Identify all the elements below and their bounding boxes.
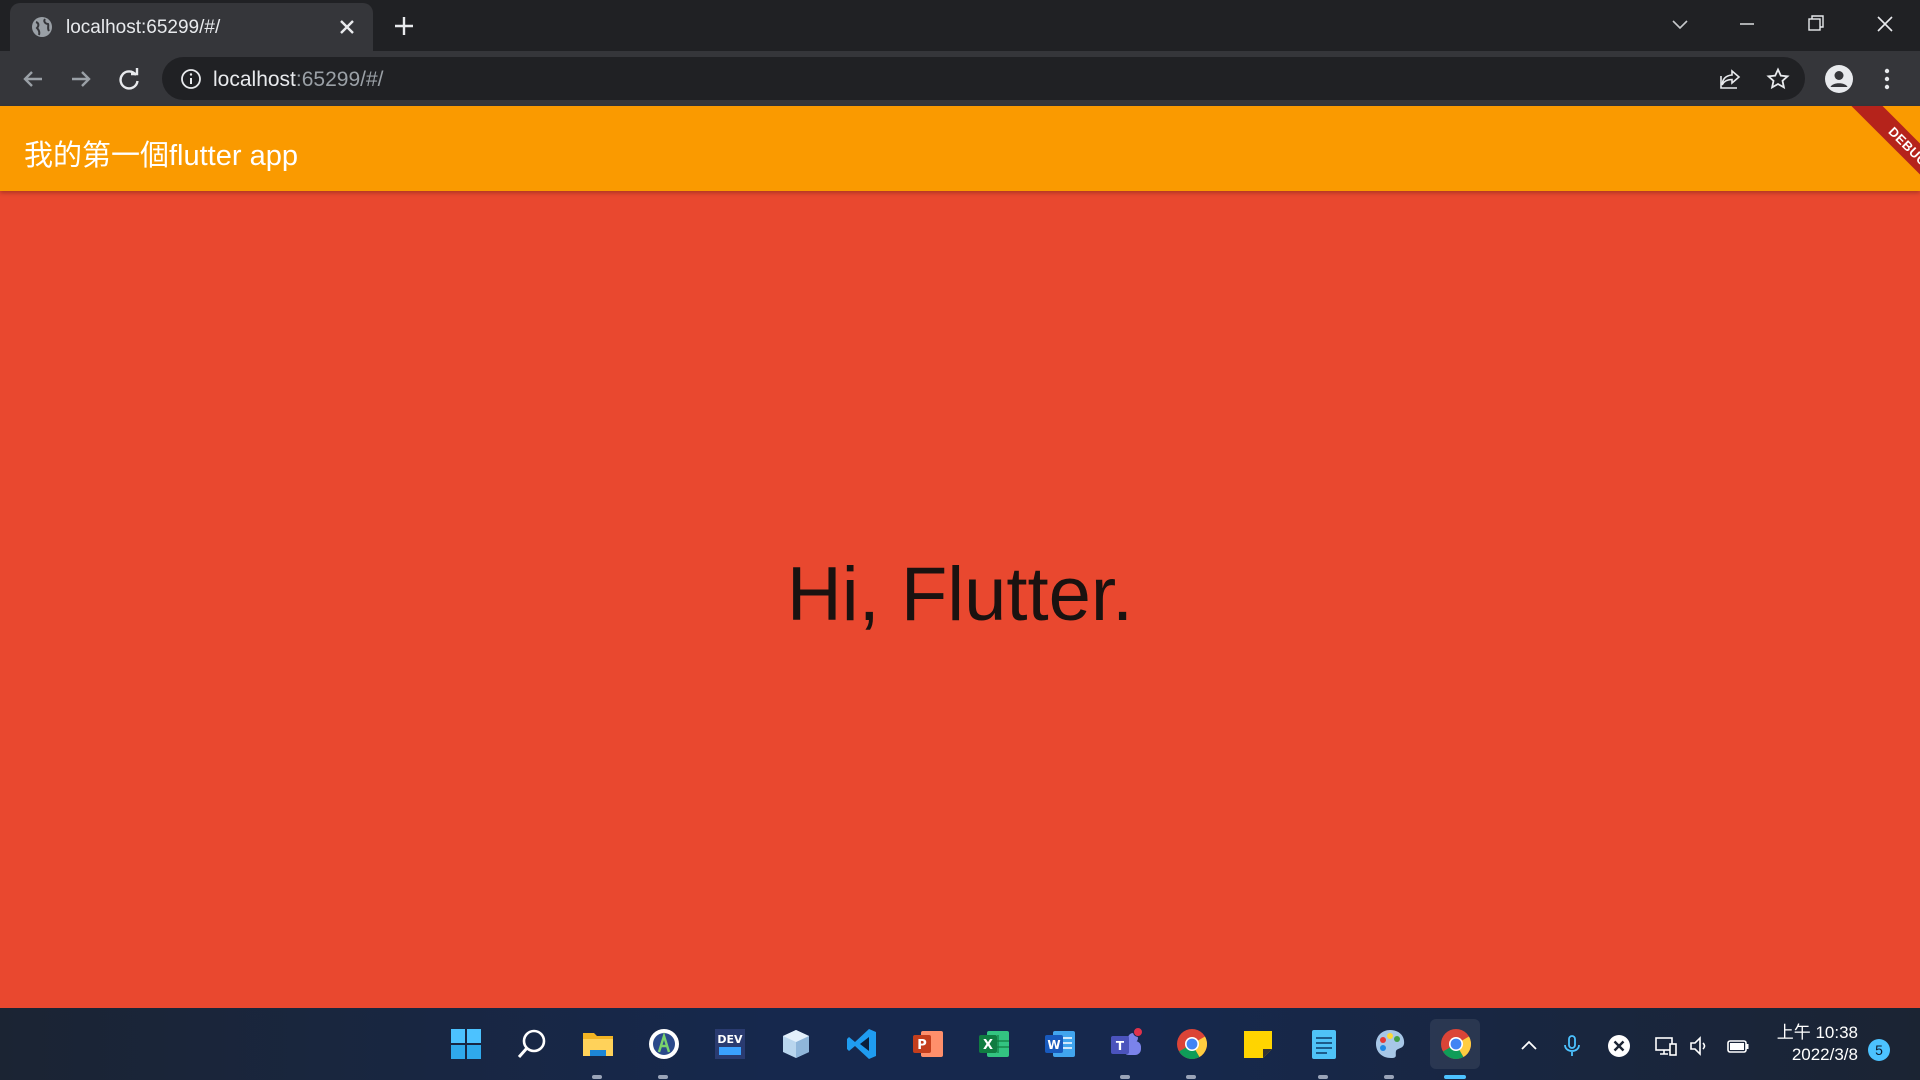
taskbar-vscode[interactable] <box>836 1019 886 1069</box>
running-indicator <box>658 1075 668 1079</box>
word-icon: W <box>1045 1031 1075 1057</box>
network-icon[interactable] <box>1654 1034 1678 1058</box>
menu-kebab-icon[interactable] <box>1872 64 1902 94</box>
taskbar-chrome[interactable] <box>1166 1019 1216 1079</box>
app-bar: 我的第一個flutter app <box>0 106 1920 191</box>
browser-tab[interactable]: localhost:65299/#/ <box>10 3 373 51</box>
reload-icon[interactable] <box>114 64 144 94</box>
svg-text:P: P <box>917 1038 927 1053</box>
windows-taskbar: DEV P X W T 上午 10:38 2022/3/8 5 <box>0 1008 1920 1080</box>
close-tab-icon[interactable] <box>335 15 359 39</box>
powerpoint-icon: P <box>913 1031 943 1057</box>
excel-icon: X <box>979 1031 1009 1057</box>
new-tab-icon[interactable] <box>391 13 417 39</box>
taskbar-notepad[interactable] <box>1298 1019 1348 1079</box>
3d-box-icon <box>783 1030 809 1058</box>
chevron-up-icon[interactable] <box>1517 1034 1541 1058</box>
search-button[interactable] <box>506 1019 556 1069</box>
tab-search-icon[interactable] <box>1666 10 1694 38</box>
taskbar-sticky-notes[interactable] <box>1232 1019 1282 1069</box>
taskbar-android-studio[interactable] <box>638 1019 688 1079</box>
volume-icon[interactable] <box>1688 1034 1712 1058</box>
file-explorer-icon <box>583 1033 613 1056</box>
url-path: :65299/#/ <box>295 68 384 91</box>
clock-time: 上午 10:38 <box>1776 1023 1858 1042</box>
minimize-icon[interactable] <box>1733 10 1761 38</box>
greeting-text: Hi, Flutter. <box>786 552 1134 637</box>
app-body: Hi, Flutter. <box>0 191 1920 1008</box>
notification-badge[interactable]: 5 <box>1868 1039 1890 1061</box>
site-info-icon[interactable] <box>180 68 202 90</box>
running-indicator <box>1120 1075 1130 1079</box>
bookmark-star-icon[interactable] <box>1766 67 1790 91</box>
dev-tool-icon: DEV <box>715 1029 745 1059</box>
taskbar-dev-tool[interactable]: DEV <box>704 1019 754 1069</box>
system-clock[interactable]: 上午 10:38 2022/3/8 <box>1774 1022 1858 1066</box>
taskbar-paint[interactable] <box>1364 1019 1414 1079</box>
start-button[interactable] <box>440 1019 490 1069</box>
svg-text:T: T <box>1116 1039 1125 1053</box>
clock-date: 2022/3/8 <box>1791 1045 1858 1064</box>
browser-tabstrip: localhost:65299/#/ <box>0 0 1920 51</box>
share-icon[interactable] <box>1718 67 1742 91</box>
notepad-icon <box>1312 1030 1336 1059</box>
microphone-icon[interactable] <box>1560 1034 1584 1058</box>
globe-icon <box>32 17 52 37</box>
tab-title: localhost:65299/#/ <box>66 17 221 38</box>
sticky-notes-icon <box>1244 1031 1272 1058</box>
search-icon <box>517 1029 546 1058</box>
profile-avatar-icon[interactable] <box>1824 64 1854 94</box>
debug-banner: DEBUG <box>1830 106 1920 196</box>
chrome-active-icon <box>1441 1029 1472 1060</box>
paint-icon <box>1376 1030 1405 1058</box>
running-indicator <box>1318 1075 1328 1079</box>
taskbar-chrome-active[interactable] <box>1430 1019 1480 1079</box>
url-text[interactable]: localhost:65299/#/ <box>213 68 383 92</box>
running-indicator <box>1186 1075 1196 1079</box>
svg-text:W: W <box>1047 1038 1060 1052</box>
taskbar-excel[interactable]: X <box>968 1019 1018 1069</box>
close-window-icon[interactable] <box>1871 10 1899 38</box>
debug-banner-label: DEBUG <box>1850 106 1920 196</box>
browser-toolbar: localhost:65299/#/ <box>0 51 1920 106</box>
forward-icon[interactable] <box>66 64 96 94</box>
url-host: localhost <box>213 68 296 91</box>
active-indicator <box>1444 1075 1466 1079</box>
status-x-icon[interactable] <box>1607 1034 1631 1058</box>
taskbar-teams[interactable]: T <box>1100 1019 1150 1079</box>
start-icon <box>451 1029 481 1059</box>
teams-icon: T <box>1111 1027 1143 1055</box>
chrome-icon <box>1177 1029 1208 1060</box>
restore-icon[interactable] <box>1802 10 1830 38</box>
battery-icon[interactable] <box>1726 1034 1750 1058</box>
taskbar-powerpoint[interactable]: P <box>902 1019 952 1069</box>
address-bar[interactable]: localhost:65299/#/ <box>162 57 1805 100</box>
running-indicator <box>1384 1075 1394 1079</box>
svg-text:X: X <box>983 1038 993 1053</box>
taskbar-word[interactable]: W <box>1034 1019 1084 1069</box>
svg-text:DEV: DEV <box>717 1033 743 1046</box>
running-indicator <box>592 1075 602 1079</box>
back-icon[interactable] <box>18 64 48 94</box>
taskbar-3d-box[interactable] <box>770 1019 820 1069</box>
vscode-icon <box>847 1029 876 1059</box>
taskbar-file-explorer[interactable] <box>572 1019 622 1079</box>
android-studio-icon <box>649 1029 679 1059</box>
app-bar-title: 我的第一個flutter app <box>24 140 298 172</box>
